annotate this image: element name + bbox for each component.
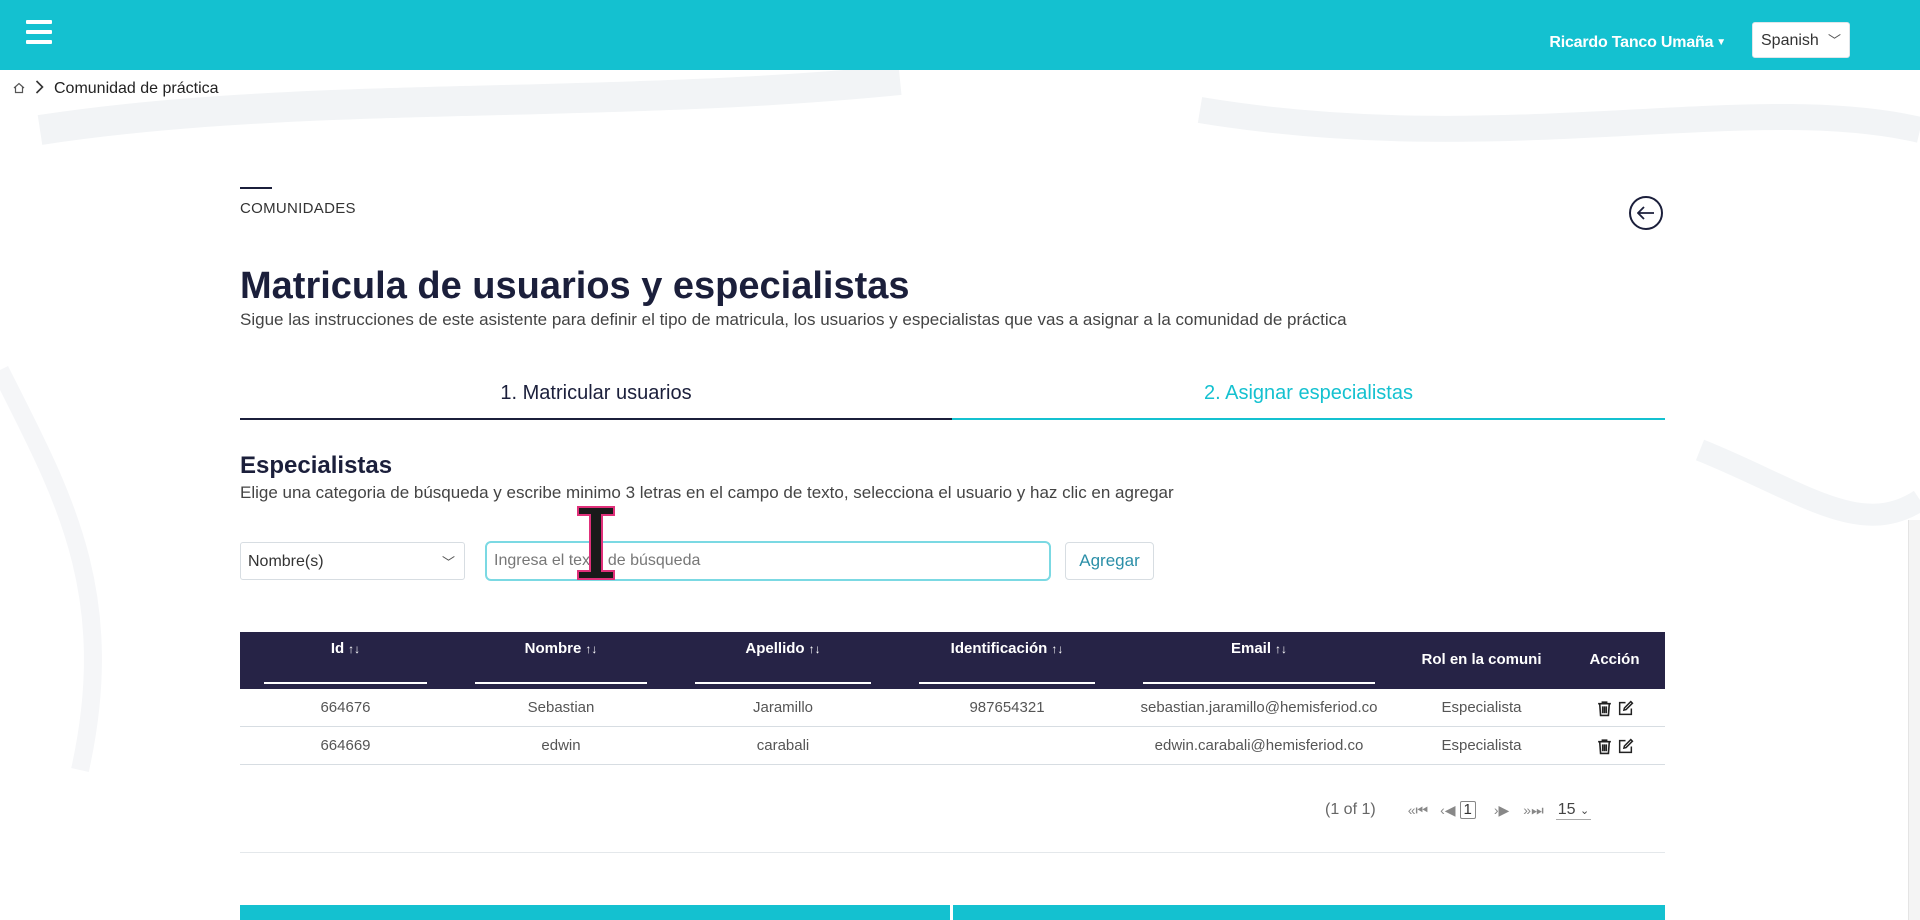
column-header-rol: Rol en la comuni [1421, 651, 1542, 668]
top-bar: Ricardo Tanco Umaña ▼ Spanish ﹀ [0, 0, 1920, 70]
search-category-select[interactable]: Nombre(s) ﹀ [240, 542, 465, 580]
chevron-down-icon: ⌄ [1579, 804, 1590, 817]
section-label: COMUNIDADES [240, 200, 356, 217]
user-name: Ricardo Tanco Umaña [1549, 34, 1714, 51]
sort-icon[interactable]: ↑↓ [585, 642, 597, 656]
section-divider [240, 187, 272, 189]
caret-down-icon: ▼ [1716, 37, 1726, 48]
next-page-icon[interactable]: ›▶ [1494, 802, 1509, 819]
prev-page-icon[interactable]: ‹◀ [1440, 802, 1455, 819]
chevron-right-icon [35, 80, 44, 98]
rows-per-page-select[interactable]: 15 ⌄ [1555, 801, 1592, 820]
breadcrumb: Comunidad de práctica [13, 79, 219, 99]
trash-icon[interactable] [1596, 738, 1613, 755]
chevron-down-icon: ﹀ [441, 555, 455, 570]
filter-input-apellido[interactable] [695, 682, 871, 684]
divider [240, 852, 1665, 853]
specialists-description: Elige una categoria de búsqueda y escrib… [240, 483, 1174, 502]
sort-icon[interactable]: ↑↓ [348, 642, 360, 656]
chevron-down-icon: ﹀ [1827, 33, 1841, 48]
wizard-tabs: 1. Matricular usuarios 2. Asignar especi… [240, 376, 1665, 420]
tab-asignar-especialistas[interactable]: 2. Asignar especialistas [952, 376, 1665, 420]
cell-identificacion: 987654321 [969, 699, 1045, 716]
scrollbar[interactable] [1908, 520, 1920, 920]
cell-email: edwin.carabali@hemisferiod.co [1154, 737, 1364, 754]
search-input[interactable] [485, 541, 1051, 581]
sort-icon[interactable]: ↑↓ [1275, 642, 1287, 656]
breadcrumb-current[interactable]: Comunidad de práctica [54, 80, 219, 98]
language-value: Spanish [1761, 32, 1819, 49]
user-menu[interactable]: Ricardo Tanco Umaña ▼ [1549, 34, 1726, 52]
column-header-accion: Acción [1589, 651, 1640, 668]
tab-matricular-usuarios[interactable]: 1. Matricular usuarios [240, 376, 952, 420]
back-button[interactable] [1629, 196, 1663, 230]
bottom-tab-right[interactable] [953, 905, 1665, 920]
cell-id: 664669 [320, 737, 371, 754]
filter-input-id[interactable] [264, 682, 427, 684]
cell-id: 664676 [320, 699, 371, 716]
column-header-identificacion[interactable]: Identificación ↑↓ [895, 632, 1119, 689]
filter-input-identificacion[interactable] [919, 682, 1095, 684]
column-header-id[interactable]: Id ↑↓ [240, 632, 451, 689]
sort-icon[interactable]: ↑↓ [1051, 642, 1063, 656]
cell-rol: Especialista [1441, 737, 1522, 754]
category-value: Nombre(s) [248, 553, 324, 570]
filter-input-nombre[interactable] [475, 682, 647, 684]
cell-nombre: edwin [541, 737, 581, 754]
column-header-email[interactable]: Email ↑↓ [1119, 632, 1399, 689]
language-select[interactable]: Spanish ﹀ [1752, 22, 1850, 58]
page-subtitle: Sigue las instrucciones de este asistent… [240, 310, 1347, 329]
column-header-apellido[interactable]: Apellido ↑↓ [671, 632, 895, 689]
bottom-tab-left[interactable] [240, 905, 950, 920]
paginator: (1 of 1) «⏮ ‹◀ 1 ›▶ »⏭ 15 ⌄ [1325, 800, 1592, 820]
specialists-table: Id ↑↓ Nombre ↑↓ Apellido ↑↓ Identificación ↑… [240, 632, 1665, 765]
filter-input-email[interactable] [1143, 682, 1375, 684]
table-row[interactable]: 664676 Sebastian Jaramillo 987654321 seb… [240, 689, 1665, 727]
cell-accion [1564, 727, 1665, 765]
cell-identificacion [895, 727, 1119, 765]
edit-icon[interactable] [1617, 738, 1634, 755]
cell-rol: Especialista [1441, 699, 1522, 716]
sort-icon[interactable]: ↑↓ [809, 642, 821, 656]
cell-nombre: Sebastian [527, 699, 595, 716]
table-row[interactable]: 664669 edwin carabali edwin.carabali@hem… [240, 727, 1665, 765]
trash-icon[interactable] [1596, 700, 1613, 717]
page-summary: (1 of 1) [1325, 801, 1376, 818]
cell-apellido: carabali [756, 737, 810, 754]
cell-email: sebastian.jaramillo@hemisferiod.co [1140, 699, 1378, 716]
last-page-icon[interactable]: »⏭ [1523, 802, 1543, 819]
edit-icon[interactable] [1617, 700, 1634, 717]
first-page-icon[interactable]: «⏮ [1408, 802, 1428, 819]
menu-icon[interactable] [26, 20, 52, 44]
table-header: Id ↑↓ Nombre ↑↓ Apellido ↑↓ Identificación ↑… [240, 632, 1665, 689]
cell-apellido: Jaramillo [752, 699, 813, 716]
home-icon[interactable] [13, 82, 27, 97]
add-button[interactable]: Agregar [1065, 542, 1154, 580]
specialists-title: Especialistas [240, 452, 393, 479]
page-number[interactable]: 1 [1459, 801, 1476, 819]
cell-accion [1564, 689, 1665, 727]
column-header-nombre[interactable]: Nombre ↑↓ [451, 632, 671, 689]
page-title: Matricula de usuarios y especialistas [240, 265, 910, 307]
arrow-left-icon [1637, 206, 1654, 220]
